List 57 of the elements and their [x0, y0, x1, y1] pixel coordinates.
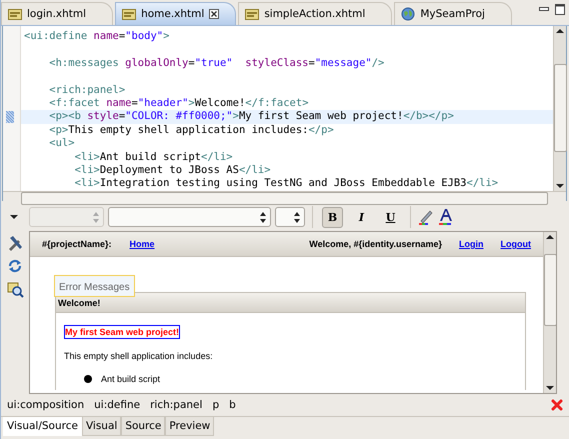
brush-icon[interactable] [418, 208, 434, 226]
bullet-icon [84, 375, 92, 383]
code-line: <li>Ant build script</li> [74, 150, 234, 164]
code-line: <ui:define name="body"> [23, 30, 170, 44]
horizontal-scrollbar[interactable] [3, 190, 566, 205]
spinner-icon [259, 210, 267, 224]
home-link[interactable]: Home [130, 239, 155, 249]
combo-box[interactable] [275, 207, 305, 227]
selected-text: My first Seam web project! [64, 325, 180, 339]
paragraph: This empty shell application includes: [64, 351, 214, 361]
format-button[interactable]: I [351, 206, 372, 228]
mode-tab[interactable]: Preview [165, 417, 214, 436]
format-button[interactable]: U [380, 206, 401, 228]
code-line: <f:facet name="header">Welcome!</f:facet> [48, 96, 310, 110]
welcome-text: Welcome, #{identity.username} [309, 239, 442, 249]
login-link[interactable]: Login [459, 239, 484, 249]
editor-tab[interactable]: simpleAction.xhtml [238, 2, 392, 25]
scroll-down-icon[interactable] [544, 383, 556, 393]
breadcrumb-item[interactable]: rich:panel [150, 399, 202, 411]
logout-link[interactable]: Logout [500, 239, 531, 249]
file-icon [122, 7, 136, 21]
scroll-up-icon[interactable] [544, 232, 556, 242]
code-line: <rich:panel> [48, 84, 126, 97]
breadcrumb-item[interactable]: ui:define [94, 399, 140, 411]
refresh-icon[interactable] [7, 258, 23, 274]
code-line: <li>Integration testing using TestNG and JBoss Embeddable EJB3</li> [74, 177, 500, 191]
file-icon [8, 7, 22, 21]
list-item: Ant build script [101, 374, 160, 384]
dropdown-icon[interactable] [9, 212, 19, 222]
editor-tab[interactable]: login.xhtml [1, 2, 114, 25]
preview-search-icon[interactable] [6, 281, 24, 298]
messages-label: Error Messages [54, 275, 135, 297]
breadcrumb-item[interactable]: b [229, 399, 236, 411]
breadcrumb-item[interactable]: ui:composition [7, 399, 84, 411]
vertical-scrollbar[interactable] [553, 26, 566, 191]
editor-tab[interactable]: home.xhtml [115, 2, 236, 25]
mode-tab[interactable]: Source [121, 417, 166, 436]
spinner-icon [92, 210, 100, 224]
breadcrumb-item[interactable]: p [212, 399, 220, 411]
format-button[interactable]: B [322, 206, 343, 228]
text-color-icon[interactable] [438, 208, 454, 226]
close-icon[interactable] [209, 9, 220, 19]
code-line: <li>Deployment to JBoss AS</li> [74, 164, 272, 178]
spinner-icon [293, 210, 301, 224]
mode-tab[interactable]: Visual/Source [3, 417, 82, 436]
file-icon [245, 7, 260, 21]
tools-icon[interactable] [7, 235, 23, 251]
maximize-icon[interactable] [555, 4, 565, 15]
panel-header: Welcome! [56, 293, 525, 313]
vertical-scrollbar[interactable] [543, 232, 556, 393]
code-line: <ul> [48, 137, 76, 151]
code-line: <h:messages globalOnly="true" styleClass="message"/> [48, 56, 386, 70]
editor-tab[interactable]: MySeamProj [394, 2, 512, 25]
project-name: #{projectName}: [42, 239, 112, 249]
globe-icon [401, 7, 416, 21]
code-line: <p>This empty shell application includes:</p> [48, 124, 335, 138]
mode-tab[interactable]: Visual [82, 417, 122, 436]
